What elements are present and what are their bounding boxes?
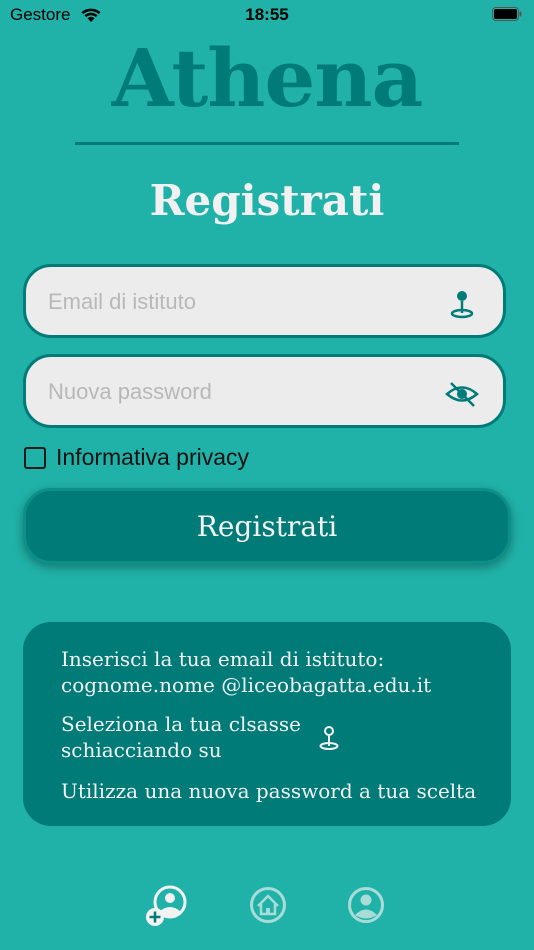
email-field[interactable] <box>46 267 430 337</box>
status-time: 18:55 <box>245 5 289 24</box>
battery-icon <box>492 7 522 21</box>
add-user-icon[interactable] <box>144 884 188 928</box>
location-pin-icon[interactable] <box>447 289 477 319</box>
page-title: Registrati <box>149 176 385 225</box>
register-button[interactable]: Registrati <box>23 488 511 564</box>
logo-divider <box>75 142 459 145</box>
privacy-label[interactable]: Informativa privacy <box>56 444 249 471</box>
info-line-password: Utilizza una nuova password a tua scelta <box>61 779 477 803</box>
app-logo: Athena <box>111 31 424 125</box>
password-field[interactable] <box>46 357 430 427</box>
location-pin-icon <box>319 726 339 750</box>
eye-slash-icon[interactable] <box>445 379 479 409</box>
info-line-email-format: cognome.nome @liceobagatta.edu.it <box>61 673 432 697</box>
privacy-checkbox[interactable] <box>24 447 46 469</box>
info-line-email-intro: Inserisci la tua email di istituto: <box>61 647 385 671</box>
email-field-container <box>23 264 506 338</box>
home-icon[interactable] <box>247 884 289 926</box>
profile-icon[interactable] <box>345 884 387 926</box>
info-line-class-tap: schiacciando su <box>61 738 222 762</box>
info-line-class: Seleziona la tua clsasse <box>61 712 301 736</box>
password-field-container <box>23 354 506 428</box>
